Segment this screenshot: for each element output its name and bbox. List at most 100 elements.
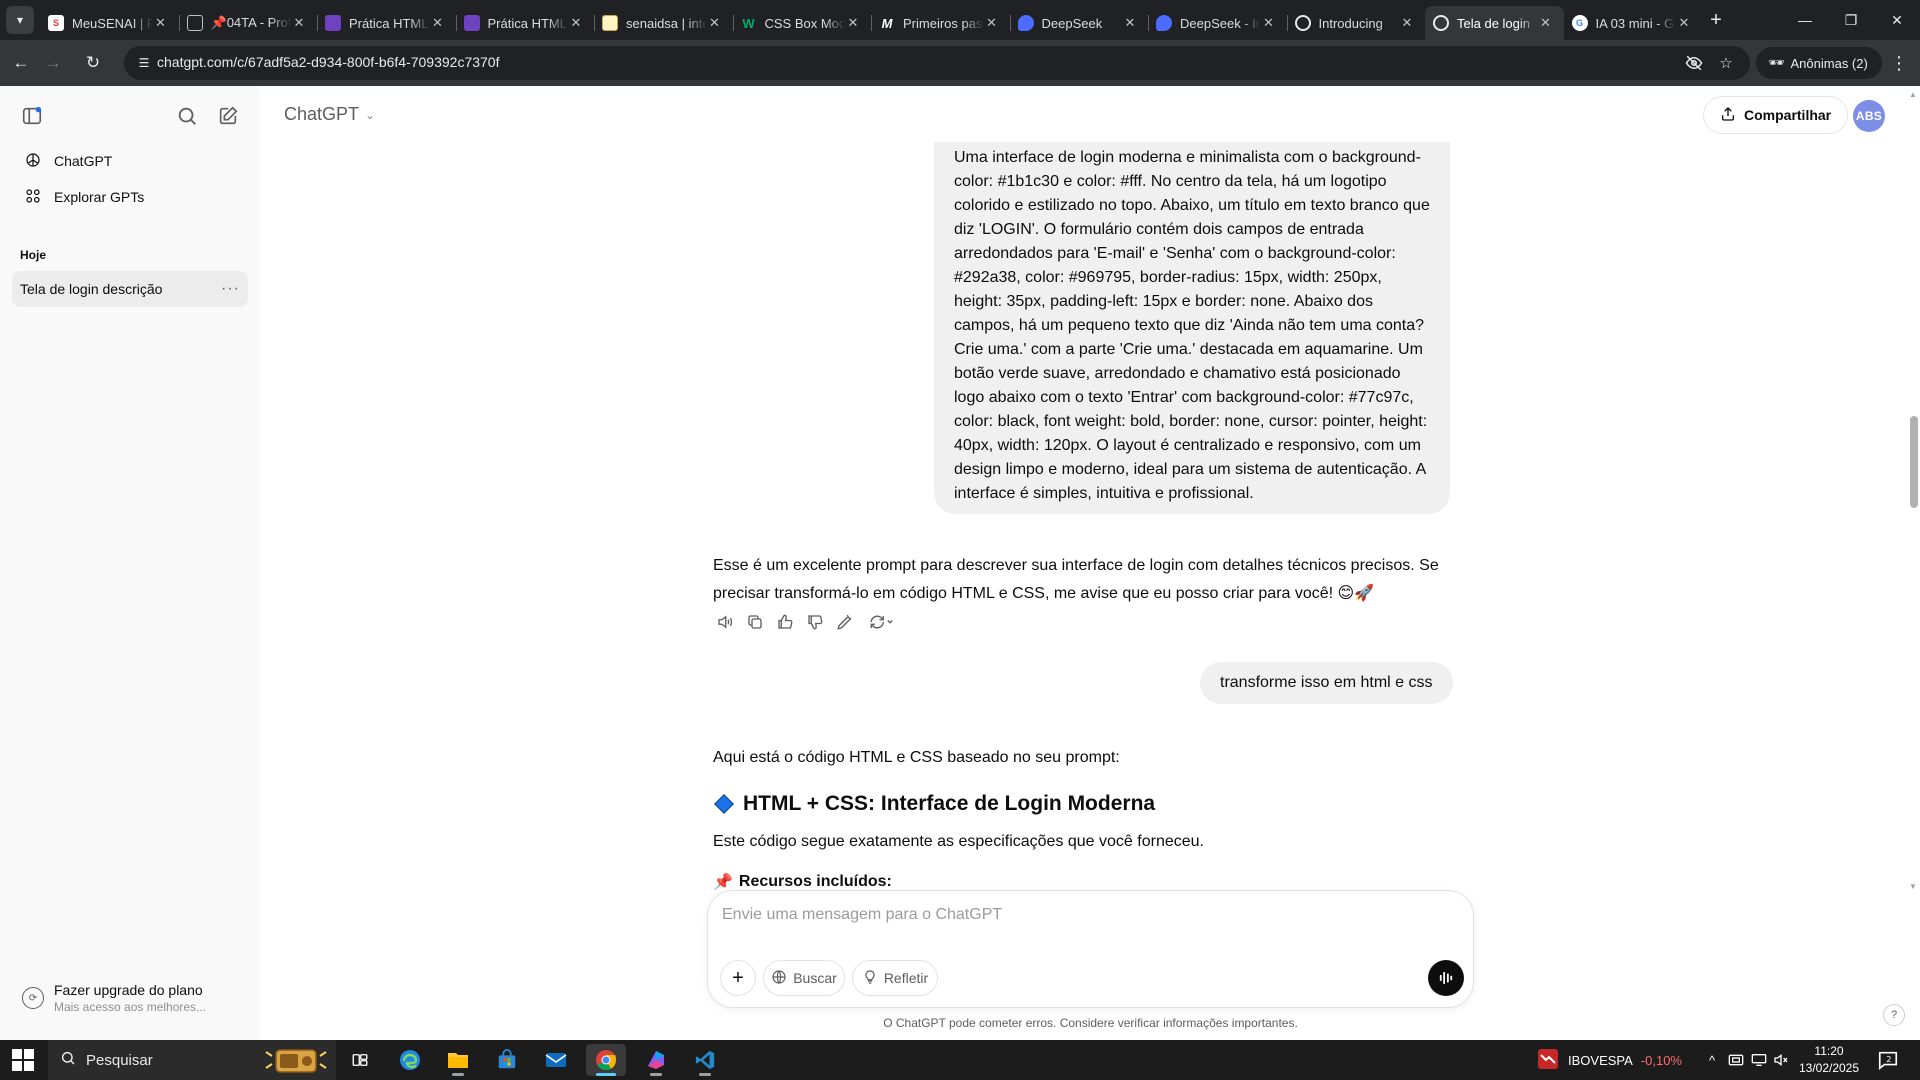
bookmark-star-icon[interactable]: ☆	[1714, 51, 1738, 75]
voice-mode-button[interactable]	[1428, 960, 1464, 996]
browser-tab[interactable]: Prática HTML ✕	[317, 6, 456, 40]
plus-icon: +	[732, 966, 744, 989]
microsoft-365-icon[interactable]	[636, 1044, 676, 1076]
chevron-up-icon[interactable]: ^	[1700, 1040, 1724, 1080]
tab-close-icon[interactable]: ✕	[153, 15, 169, 31]
scroll-thumb[interactable]	[1910, 416, 1918, 508]
scroll-down-icon[interactable]: ▼	[1909, 882, 1917, 891]
reason-button[interactable]: Refletir	[852, 960, 938, 996]
volume-muted-icon[interactable]	[1770, 1040, 1792, 1080]
avatar[interactable]: ABS	[1853, 100, 1885, 132]
edge-browser-icon[interactable]	[390, 1044, 430, 1076]
browser-toolbar: ← → ↻ ☰ chatgpt.com/c/67adf5a2-d934-800f…	[0, 40, 1920, 86]
browser-tab[interactable]: W CSS Box Model ✕	[732, 6, 872, 40]
attach-button[interactable]: +	[720, 960, 756, 996]
copy-icon[interactable]	[743, 610, 767, 634]
tab-close-icon[interactable]: ✕	[1122, 15, 1138, 31]
sidebar-item-explore-gpts[interactable]: Explorar GPTs	[12, 179, 248, 215]
radio-widget-icon[interactable]	[262, 1046, 330, 1074]
new-tab-button[interactable]: +	[1702, 6, 1730, 34]
assistant-message: Esse é um excelente prompt para descreve…	[713, 557, 1439, 602]
browser-menu-icon[interactable]: ⋮	[1884, 48, 1914, 78]
browser-tab[interactable]: M Primeiros passos ✕	[871, 6, 1010, 40]
eye-off-icon[interactable]	[1682, 51, 1706, 75]
microsoft-store-icon[interactable]	[487, 1044, 527, 1076]
browser-tab[interactable]: Prática HTML ✕	[455, 6, 595, 40]
tab-search-menu-button[interactable]: ▾	[6, 6, 34, 34]
globe-icon	[771, 969, 787, 988]
browser-tab[interactable]: 📌04TA - Prof ✕	[178, 6, 318, 40]
model-name: ChatGPT	[284, 104, 360, 124]
restore-icon[interactable]: ❐	[1828, 0, 1874, 40]
upgrade-icon: ⟳	[22, 987, 44, 1009]
share-button[interactable]: Compartilhar	[1703, 96, 1849, 134]
chat-title: Tela de login descrição	[20, 281, 163, 297]
help-icon[interactable]: ?	[1883, 1004, 1905, 1026]
scroll-up-icon[interactable]: ▲	[1909, 90, 1917, 99]
notification-count: 2	[1886, 1054, 1891, 1064]
tab-favicon-icon	[1294, 15, 1311, 31]
browser-tab-active[interactable]: Tela de login ✕	[1425, 6, 1564, 40]
network-icon[interactable]	[1748, 1040, 1770, 1080]
more-options-icon[interactable]: ···	[221, 280, 240, 298]
upgrade-plan-button[interactable]: ⟳ Fazer upgrade do plano Mais acesso aos…	[12, 974, 248, 1022]
incognito-profile-button[interactable]: 🕶 Anônimas (2)	[1756, 47, 1882, 79]
address-bar[interactable]: ☰ chatgpt.com/c/67adf5a2-d934-800f-b6f4-…	[124, 46, 1750, 80]
tab-close-icon[interactable]: ✕	[1676, 15, 1692, 31]
mail-icon[interactable]	[536, 1044, 576, 1076]
search-chats-icon[interactable]	[169, 98, 205, 134]
browser-tab[interactable]: G IA 03 mini - Go ✕	[1564, 6, 1703, 40]
sidebar-chat-item[interactable]: Tela de login descrição ···	[12, 271, 248, 307]
browser-tab[interactable]: Introducing ✕	[1286, 6, 1426, 40]
search-web-label: Buscar	[793, 970, 837, 986]
browser-tab[interactable]: DeepSeek - Into ✕	[1148, 6, 1287, 40]
forward-button[interactable]: →	[38, 48, 68, 78]
scrollbar[interactable]: ▲ ▼	[1906, 86, 1920, 1040]
thumbs-down-icon[interactable]	[803, 610, 827, 634]
new-chat-icon[interactable]	[210, 98, 246, 134]
minimize-icon[interactable]: —	[1782, 0, 1828, 40]
openai-logo-icon	[24, 151, 42, 172]
read-aloud-icon[interactable]	[713, 610, 737, 634]
tab-close-icon[interactable]: ✕	[845, 15, 861, 31]
tab-close-icon[interactable]: ✕	[1399, 15, 1415, 31]
tab-close-icon[interactable]: ✕	[291, 15, 307, 31]
meet-now-icon[interactable]	[1725, 1040, 1747, 1080]
tab-close-icon[interactable]: ✕	[707, 15, 723, 31]
tab-close-icon[interactable]: ✕	[430, 15, 446, 31]
tab-close-icon[interactable]: ✕	[984, 15, 1000, 31]
disclaimer-text: O ChatGPT pode cometer erros. Considere …	[883, 1016, 1298, 1030]
vscode-icon[interactable]	[685, 1044, 725, 1076]
search-web-button[interactable]: Buscar	[763, 960, 845, 996]
site-info-icon[interactable]: ☰	[132, 51, 156, 75]
tab-close-icon[interactable]: ✕	[1261, 15, 1277, 31]
share-label: Compartilhar	[1744, 107, 1832, 123]
reload-button[interactable]: ↻	[78, 48, 108, 78]
message-composer: + Buscar Refletir	[707, 890, 1474, 1008]
thumbs-up-icon[interactable]	[773, 610, 797, 634]
toggle-sidebar-icon[interactable]	[14, 98, 50, 134]
browser-tab[interactable]: DeepSeek ✕	[1009, 6, 1149, 40]
chrome-icon[interactable]	[586, 1044, 626, 1076]
regenerate-icon[interactable]	[863, 610, 899, 634]
sidebar-item-chatgpt[interactable]: ChatGPT	[12, 143, 248, 179]
model-selector[interactable]: ChatGPT ⌄	[284, 104, 375, 125]
file-explorer-icon[interactable]	[438, 1044, 478, 1076]
close-window-icon[interactable]: ✕	[1874, 0, 1920, 40]
windows-start-icon[interactable]	[8, 1048, 38, 1072]
system-clock[interactable]: 11:20 13/02/2025	[1796, 1043, 1862, 1077]
task-view-icon[interactable]	[340, 1044, 380, 1076]
edit-canvas-icon[interactable]	[833, 610, 857, 634]
browser-tab-strip: ▾ S MeuSENAI | Plataforma ✕ 📌04TA - Prof…	[0, 0, 1920, 40]
message-input[interactable]	[722, 901, 1422, 929]
tab-title: Introducing	[1318, 15, 1383, 31]
tab-close-icon[interactable]: ✕	[1538, 15, 1554, 31]
tab-title: Prática HTML	[487, 15, 567, 31]
stock-ticker-widget[interactable]: IBOVESPA -0,10%	[1536, 1040, 1682, 1080]
browser-tab[interactable]: senaidsa | interface ✕	[594, 6, 733, 40]
url-text[interactable]: chatgpt.com/c/67adf5a2-d934-800f-b6f4-70…	[157, 54, 499, 70]
notification-center-icon[interactable]: 2	[1876, 1048, 1900, 1072]
browser-tab[interactable]: S MeuSENAI | Plataforma ✕	[40, 6, 179, 40]
back-button[interactable]: ←	[6, 48, 36, 78]
tab-close-icon[interactable]: ✕	[568, 15, 584, 31]
